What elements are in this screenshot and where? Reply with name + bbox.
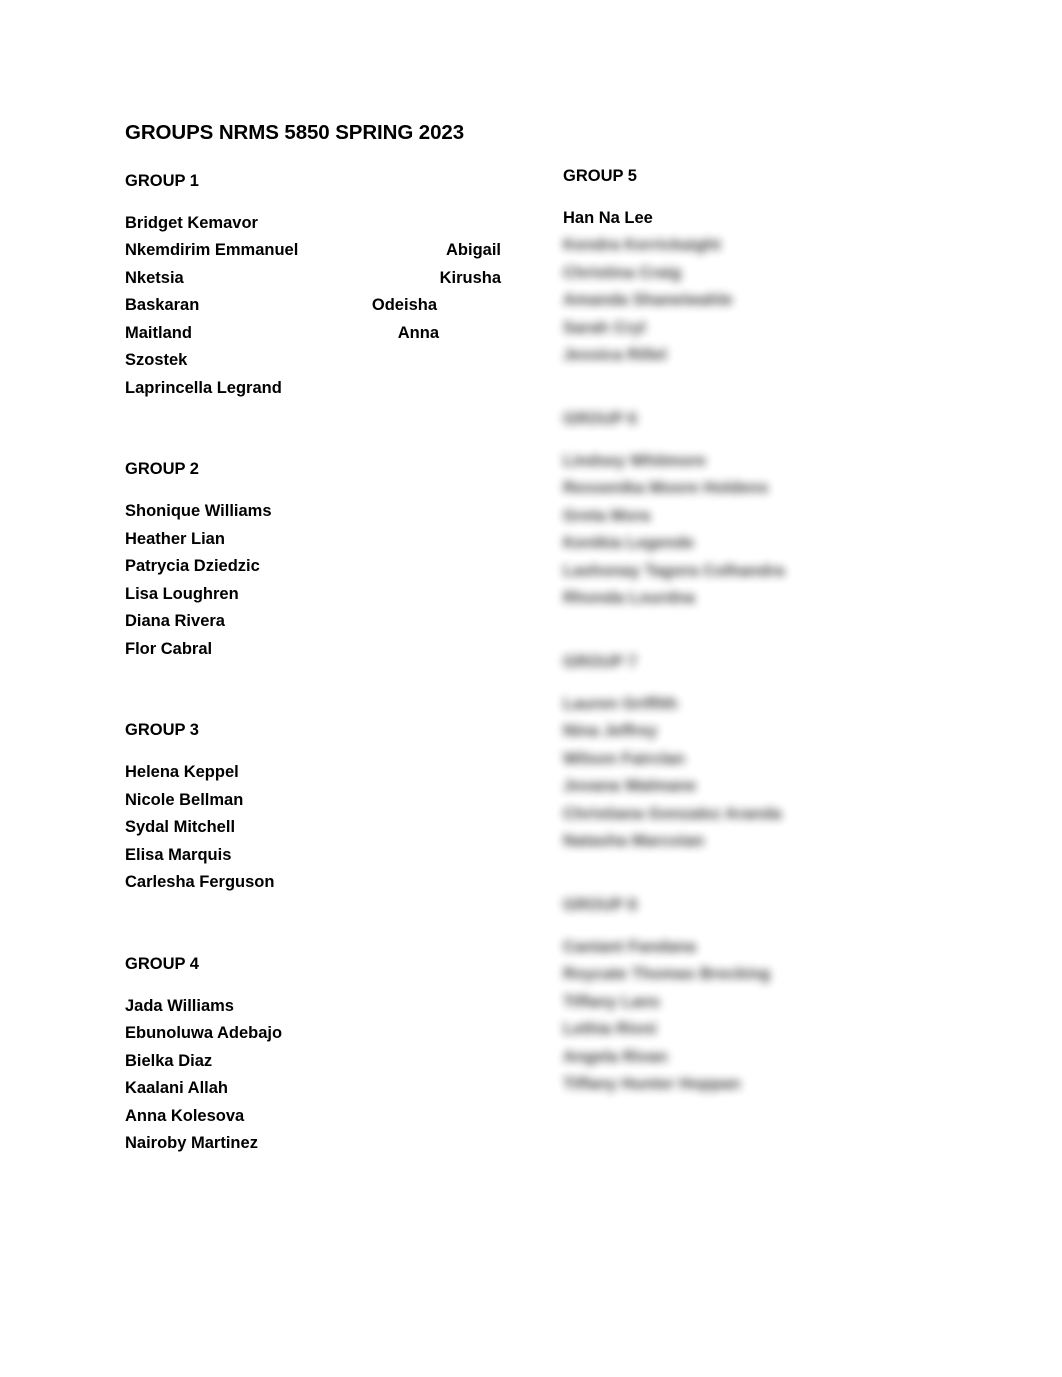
list-item: Helena Keppel bbox=[125, 763, 239, 782]
list-item-redacted: Sarah Cryl bbox=[563, 318, 646, 337]
member-name-fragment: Kirusha bbox=[439, 268, 501, 287]
group-block-8: GROUP 8 Caniant Fandana Roycate Thomas B… bbox=[563, 894, 963, 1099]
list-item-redacted: Lethia Rivni bbox=[563, 1020, 657, 1039]
member-list-5: Han Na Lee Kendra Kerrickaight Christina… bbox=[563, 205, 963, 370]
group-block-6: GROUP 6 Lindsey Whitmore Ressenika Moore… bbox=[563, 408, 963, 613]
list-item-redacted: Roycate Thomas Brecking bbox=[563, 965, 771, 984]
member-list-8: Caniant Fandana Roycate Thomas Brecking … bbox=[563, 934, 963, 1099]
list-item-redacted: Ressenika Moore Holdens bbox=[563, 479, 769, 498]
member-list-3: Helena Keppel Nicole Bellman Sydal Mitch… bbox=[125, 759, 505, 897]
group-heading-7-redacted: GROUP 7 bbox=[563, 652, 637, 671]
member-name-fragment: Maitland bbox=[125, 323, 192, 342]
list-item: Heather Lian bbox=[125, 529, 225, 548]
group-block-1: GROUP 1 Bridget Kemavor Nkemdirim Emmanu… bbox=[125, 170, 505, 402]
list-item: Laprincella Legrand bbox=[125, 378, 282, 397]
list-item: Diana Rivera bbox=[125, 612, 225, 631]
member-name-fragment: Nkemdirim Emmanuel bbox=[125, 241, 299, 260]
list-item-redacted: Wilson Fairclan bbox=[563, 749, 685, 768]
group-heading-8-redacted: GROUP 8 bbox=[563, 895, 637, 914]
group-heading-5: GROUP 5 bbox=[563, 167, 637, 185]
member-name-fragment: Baskaran bbox=[125, 296, 200, 315]
member-name-fragment: Nketsia bbox=[125, 268, 184, 287]
list-item-redacted: Angela Rivan bbox=[563, 1047, 668, 1066]
list-item-redacted: Lindsey Whitmore bbox=[563, 451, 707, 470]
list-item-redacted: Natasha Marcoian bbox=[563, 832, 705, 851]
list-item: Nairoby Martinez bbox=[125, 1134, 258, 1153]
list-item-redacted: Lashonay Tagora Colhandra bbox=[563, 561, 785, 580]
list-item-redacted: Tiffany Hunter Hoppan bbox=[563, 1075, 741, 1094]
list-item: Carlesha Ferguson bbox=[125, 873, 275, 892]
list-item-redacted: Lauren Griffith bbox=[563, 694, 678, 713]
list-item: Nketsia Kirusha bbox=[125, 265, 505, 293]
list-item: Kaalani Allah bbox=[125, 1079, 229, 1098]
group-block-4: GROUP 4 Jada Williams Ebunoluwa Adebajo … bbox=[125, 953, 505, 1158]
member-list-7: Lauren Griffith Nina Jeffrey Wilson Fair… bbox=[563, 691, 963, 856]
group-heading-2: GROUP 2 bbox=[125, 460, 199, 479]
list-item: Elisa Marquis bbox=[125, 845, 232, 864]
list-item-redacted: Christiana Gonzalez Aranda bbox=[563, 804, 782, 823]
member-name-fragment: Anna bbox=[397, 323, 439, 342]
list-item: Bridget Kemavor bbox=[125, 213, 258, 232]
list-item-redacted: Kendra Kerrickaight bbox=[563, 236, 721, 255]
member-name-fragment: Abigail bbox=[445, 241, 501, 260]
member-name-fragment: Odeisha bbox=[371, 296, 437, 315]
member-list-6: Lindsey Whitmore Ressenika Moore Holdens… bbox=[563, 448, 963, 613]
group-heading-4: GROUP 4 bbox=[125, 954, 199, 973]
list-item: Lisa Loughren bbox=[125, 584, 239, 603]
list-item: Jada Williams bbox=[125, 996, 234, 1015]
list-item-redacted: Caniant Fandana bbox=[563, 937, 696, 956]
list-item-redacted: Greta Mora bbox=[563, 506, 651, 525]
group-block-3: GROUP 3 Helena Keppel Nicole Bellman Syd… bbox=[125, 719, 505, 896]
list-item-redacted: Jessica Rillel bbox=[563, 346, 667, 365]
group-block-7: GROUP 7 Lauren Griffith Nina Jeffrey Wil… bbox=[563, 651, 963, 856]
list-item: Shonique Williams bbox=[125, 502, 272, 521]
list-item-redacted: Kenikia Legende bbox=[563, 534, 695, 553]
list-item-redacted: Jovana Walmane bbox=[563, 777, 697, 796]
list-item-redacted: Amanda Shaneiwahle bbox=[563, 291, 733, 310]
group-block-5: GROUP 5 Han Na Lee Kendra Kerrickaight C… bbox=[563, 165, 963, 370]
list-item: Maitland Anna bbox=[125, 320, 505, 348]
page-title: GROUPS NRMS 5850 SPRING 2023 bbox=[125, 121, 464, 144]
list-item: Sydal Mitchell bbox=[125, 818, 236, 837]
right-column: GROUP 5 Han Na Lee Kendra Kerrickaight C… bbox=[563, 165, 963, 1099]
group-block-2: GROUP 2 Shonique Williams Heather Lian P… bbox=[125, 458, 505, 663]
member-list-2: Shonique Williams Heather Lian Patrycia … bbox=[125, 498, 505, 663]
list-item: Baskaran Odeisha bbox=[125, 292, 505, 320]
list-item-redacted: Nina Jeffrey bbox=[563, 722, 658, 741]
list-item: Han Na Lee bbox=[563, 208, 653, 227]
group-heading-6-redacted: GROUP 6 bbox=[563, 409, 637, 428]
list-item: Nicole Bellman bbox=[125, 790, 244, 809]
list-item: Ebunoluwa Adebajo bbox=[125, 1024, 283, 1043]
group-heading-1: GROUP 1 bbox=[125, 172, 199, 190]
left-column: GROUP 1 Bridget Kemavor Nkemdirim Emmanu… bbox=[125, 170, 505, 1158]
document-page: GROUPS NRMS 5850 SPRING 2023 GROUP 1 Bri… bbox=[0, 0, 1062, 1377]
list-item-redacted: Tiffany Lans bbox=[563, 992, 660, 1011]
group-heading-3: GROUP 3 bbox=[125, 721, 199, 740]
list-item: Bielka Diaz bbox=[125, 1051, 213, 1070]
list-item: Szostek bbox=[125, 351, 188, 370]
list-item: Anna Kolesova bbox=[125, 1106, 245, 1125]
list-item: Flor Cabral bbox=[125, 639, 213, 658]
member-list-1: Bridget Kemavor Nkemdirim Emmanuel Abiga… bbox=[125, 210, 505, 403]
list-item-redacted: Christina Craig bbox=[563, 263, 682, 282]
member-list-4: Jada Williams Ebunoluwa Adebajo Bielka D… bbox=[125, 993, 505, 1158]
list-item-redacted: Rhonda Lourdna bbox=[563, 589, 695, 608]
list-item: Nkemdirim Emmanuel Abigail bbox=[125, 237, 505, 265]
list-item: Patrycia Dziedzic bbox=[125, 557, 260, 576]
